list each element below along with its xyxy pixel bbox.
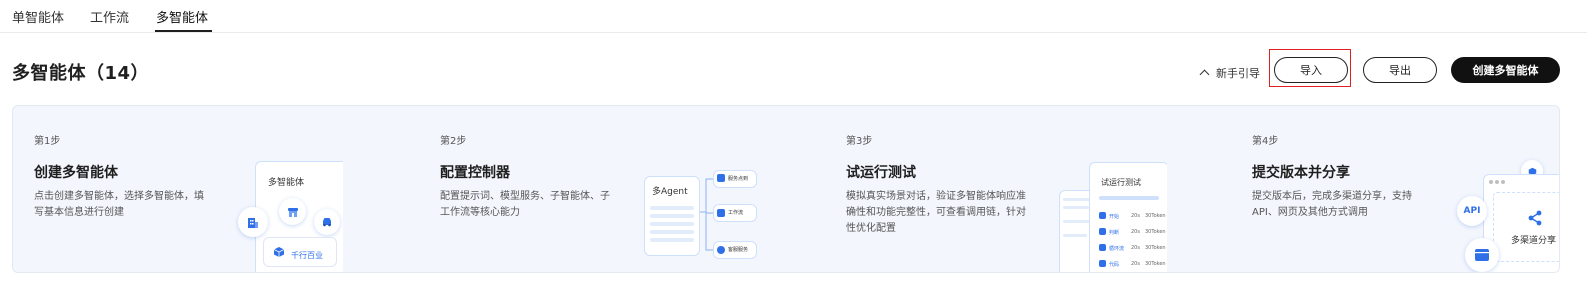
chevron-up-icon [1199, 69, 1210, 80]
config-line [650, 222, 694, 226]
guide-label: 新手引导 [1216, 67, 1260, 80]
step-1: 第1步 创建多智能体 点击创建多智能体，选择多智能体，填写基本信息进行创建 多智… [13, 106, 419, 272]
step-1-illustration: 多智能体 千行百业 [235, 161, 343, 272]
step-4: 第4步 提交版本并分享 提交版本后，完成多渠道分享，支持API、网页及其他方式调… [1231, 106, 1559, 272]
industry-pill-label: 千行百业 [291, 251, 323, 260]
run-step-time: 20s [1131, 245, 1140, 251]
progress-bar [1099, 196, 1159, 200]
tab-workflow[interactable]: 工作流 [90, 7, 129, 26]
step-2-number: 第2步 [440, 136, 467, 147]
run-step-icon [1099, 260, 1106, 267]
step-2-illustration: 多Agent 服务点到 工作流 客服服务 [644, 168, 764, 268]
import-button[interactable]: 导入 [1274, 57, 1348, 83]
run-step-name: 循环流 [1109, 246, 1125, 252]
run-step-icon [1099, 212, 1106, 219]
step-2: 第2步 配置控制器 配置提示词、模型服务、子智能体、子工作流等核心能力 多Age… [419, 106, 825, 272]
step-3-illustration: 试运行测试 开始 20s 30Token 判断 20s 30Token 循环流 20s 30To… [1047, 162, 1167, 272]
api-label: API [1463, 206, 1481, 216]
node-service-label: 服务点到 [728, 176, 749, 182]
car-icon [314, 209, 340, 235]
config-line [650, 214, 694, 218]
run-step-tokens: 30Token [1145, 245, 1166, 251]
step-4-title: 提交版本并分享 [1252, 165, 1350, 181]
flow-icon [717, 209, 725, 217]
step-2-desc: 配置提示词、模型服务、子智能体、子工作流等核心能力 [440, 191, 610, 218]
step-4-number: 第4步 [1252, 136, 1279, 147]
api-icon: API [1457, 196, 1487, 226]
run-step-tokens: 30Token [1145, 261, 1166, 267]
tab-bar: 单智能体 工作流 多智能体 [0, 0, 1587, 33]
step-3-number: 第3步 [846, 136, 873, 147]
active-tab-indicator [155, 30, 212, 32]
user-icon [717, 174, 725, 182]
run-step-name: 判断 [1109, 230, 1120, 236]
run-step-name: 代码 [1109, 262, 1120, 268]
guide-toggle[interactable]: 新手引导 [1199, 65, 1260, 81]
agent-card-title: 多智能体 [268, 178, 305, 188]
run-step-time: 20s [1131, 229, 1140, 235]
store-icon [279, 198, 306, 225]
run-step-icon [1099, 244, 1106, 251]
building-icon [238, 207, 268, 237]
connector-lines [700, 178, 714, 251]
step-4-desc: 提交版本后，完成多渠道分享，支持API、网页及其他方式调用 [1252, 191, 1412, 218]
node-support-label: 客服服务 [728, 247, 749, 253]
share-icon [1526, 209, 1544, 231]
step-1-number: 第1步 [34, 136, 61, 147]
web-window-icon [1465, 238, 1499, 272]
window-dot [1489, 180, 1493, 184]
run-step-icon [1099, 228, 1106, 235]
step-3: 第3步 试运行测试 模拟真实场景对话，验证多智能体响应准确性和功能完整性，可查看… [825, 106, 1231, 272]
chain-line [1063, 234, 1087, 237]
test-run-title: 试运行测试 [1101, 178, 1141, 187]
onboarding-steps-panel: 第1步 创建多智能体 点击创建多智能体，选择多智能体，填写基本信息进行创建 多智… [12, 105, 1560, 273]
step-1-desc: 点击创建多智能体，选择多智能体，填写基本信息进行创建 [34, 191, 204, 218]
node-workflow-label: 工作流 [728, 210, 744, 216]
run-step-time: 20s [1131, 261, 1140, 267]
agent-controller-title: 多Agent [652, 187, 688, 197]
cube-icon [272, 245, 286, 259]
window-dot [1495, 180, 1499, 184]
step-3-desc: 模拟真实场景对话，验证多智能体响应准确性和功能完整性，可查看调用链，针对性优化配… [846, 191, 1026, 234]
run-step-tokens: 30Token [1145, 229, 1166, 235]
window-dot [1501, 180, 1505, 184]
chain-line [1063, 206, 1089, 209]
run-step-name: 开始 [1109, 214, 1120, 220]
support-icon [717, 246, 725, 254]
page-title: 多智能体（14） [12, 63, 150, 84]
tab-single-agent[interactable]: 单智能体 [12, 7, 64, 26]
config-line [650, 238, 694, 242]
multi-channel-share-label: 多渠道分享 [1511, 236, 1557, 246]
config-line [650, 206, 694, 210]
tab-multi-agent[interactable]: 多智能体 [156, 7, 208, 26]
step-4-illustration: API 多渠道分享 [1453, 156, 1559, 272]
create-multi-agent-button[interactable]: 创建多智能体 [1451, 57, 1560, 83]
step-2-title: 配置控制器 [440, 165, 510, 181]
step-1-title: 创建多智能体 [34, 165, 118, 181]
step-3-title: 试运行测试 [846, 165, 916, 181]
export-button[interactable]: 导出 [1363, 57, 1437, 83]
run-step-tokens: 30Token [1145, 213, 1166, 219]
run-step-time: 20s [1131, 213, 1140, 219]
config-line [650, 230, 694, 234]
